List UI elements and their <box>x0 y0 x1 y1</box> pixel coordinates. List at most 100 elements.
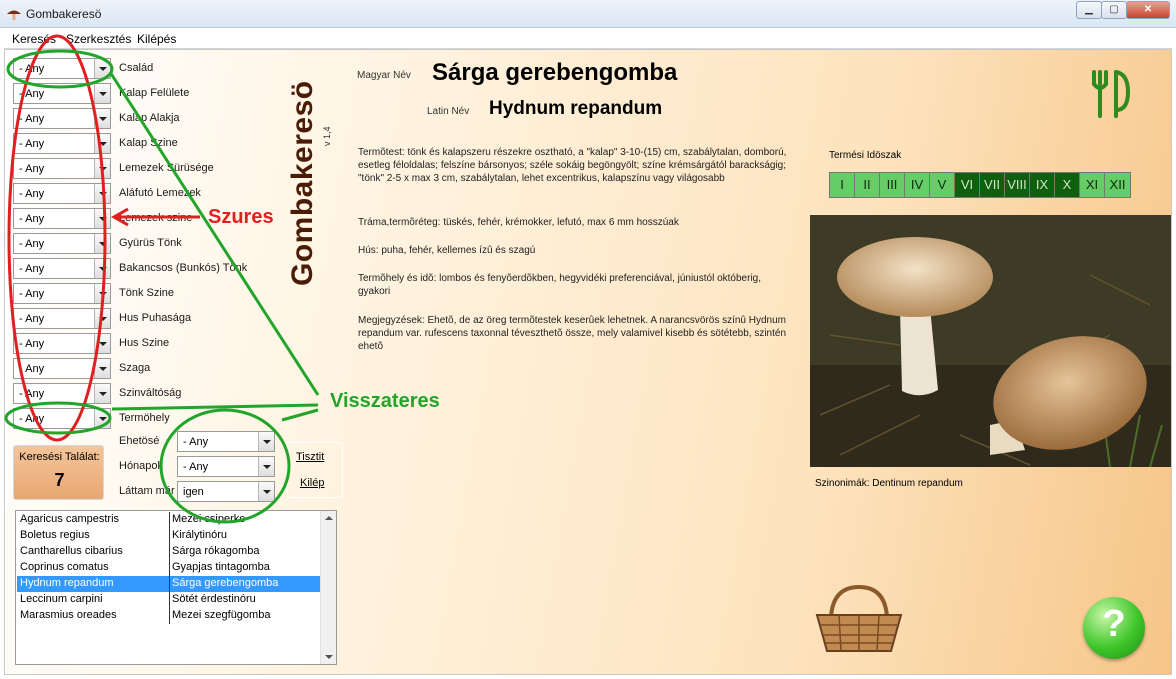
filter-select[interactable]: - Any <box>13 208 111 229</box>
filter-label: Lemezek szine <box>119 212 193 224</box>
month-cell: III <box>880 173 905 197</box>
filter-label: Tönk Szine <box>119 287 175 299</box>
chevron-down-icon[interactable] <box>94 384 110 403</box>
filter-select-value: - Any <box>19 313 45 325</box>
filter-select[interactable]: - Any <box>13 333 111 354</box>
filter-select-value: - Any <box>19 263 45 275</box>
chevron-down-icon[interactable] <box>258 457 274 476</box>
latin-name-cell: Marasmius oreades <box>20 609 117 621</box>
chevron-down-icon[interactable] <box>94 334 110 353</box>
chevron-down-icon[interactable] <box>94 259 110 278</box>
results-list[interactable]: Agaricus campestris Mezei csiperke Boletus… <box>15 510 337 665</box>
filter-select-value: - Any <box>19 338 45 350</box>
latin-name-cell: Coprinus comatus <box>20 561 109 573</box>
filter-select[interactable]: - Any <box>13 408 111 429</box>
month-cell: VIII <box>1005 173 1030 197</box>
chevron-down-icon[interactable] <box>94 134 110 153</box>
hungarian-name-cell: Mezei szegfügomba <box>172 609 271 621</box>
filter-select[interactable]: - Any <box>13 358 111 379</box>
close-button[interactable]: ✕ <box>1126 1 1170 19</box>
filter-select[interactable]: - Any <box>13 383 111 404</box>
hit-count-value: 7 <box>54 470 65 490</box>
basket-icon[interactable] <box>813 585 905 655</box>
filter-label: Gyürüs Tönk <box>119 237 182 249</box>
month-cell: X <box>1055 173 1080 197</box>
description-trama: Tráma,termõréteg: tüskés, fehér, krémokk… <box>358 217 679 228</box>
clear-button[interactable]: Tisztit <box>296 451 324 463</box>
latin-name-label: Latin Név <box>427 106 470 117</box>
extra-filter-select[interactable]: - Any <box>177 456 275 477</box>
hungarian-name-cell: Sötét érdestinóru <box>172 593 256 605</box>
month-cell: V <box>930 173 955 197</box>
month-cell: II <box>855 173 880 197</box>
month-cell: I <box>830 173 855 197</box>
chevron-down-icon[interactable] <box>258 482 274 501</box>
extra-filter-value: - Any <box>183 436 209 448</box>
filter-select[interactable]: - Any <box>13 83 111 104</box>
chevron-down-icon[interactable] <box>94 159 110 178</box>
chevron-down-icon[interactable] <box>94 234 110 253</box>
scroll-up-icon[interactable] <box>325 516 333 520</box>
filter-select[interactable]: - Any <box>13 108 111 129</box>
extra-filter-select[interactable]: - Any <box>177 431 275 452</box>
menu-search[interactable]: Keresés <box>12 32 56 46</box>
chevron-down-icon[interactable] <box>94 184 110 203</box>
chevron-down-icon[interactable] <box>94 84 110 103</box>
edible-icon <box>1092 70 1131 118</box>
filter-select-value: - Any <box>19 138 45 150</box>
hungarian-name-cell: Sárga gerebengomba <box>172 577 279 589</box>
description-notes: Megjegyzések: Ehetõ, de az öreg termõtes… <box>358 315 787 352</box>
exit-button[interactable]: Kilép <box>300 477 324 489</box>
filter-select[interactable]: - Any <box>13 133 111 154</box>
filter-label: Bakancsos (Bunkós) Tönk <box>119 262 248 274</box>
chevron-down-icon[interactable] <box>94 59 110 78</box>
filter-select-value: - Any <box>19 413 45 425</box>
latin-name-cell: Cantharellus cibarius <box>20 545 123 557</box>
chevron-down-icon[interactable] <box>94 309 110 328</box>
month-cell: VI <box>955 173 980 197</box>
filter-select-value: - Any <box>19 88 45 100</box>
filter-select[interactable]: - Any <box>13 158 111 179</box>
latin-name-cell: Boletus regius <box>20 529 90 541</box>
hungarian-name-cell: Gyapjas tintagomba <box>172 561 270 573</box>
chevron-down-icon[interactable] <box>258 432 274 451</box>
extra-filter-label: Láttam már <box>119 485 175 497</box>
chevron-down-icon[interactable] <box>94 109 110 128</box>
filter-select-value: - Any <box>19 188 45 200</box>
season-months: I II III IV V VI VII VIII IX X XI XII <box>829 172 1131 198</box>
filter-select-value: - Any <box>19 63 45 75</box>
maximize-button[interactable]: ▢ <box>1101 1 1127 19</box>
minimize-button[interactable]: ▁ <box>1076 1 1102 19</box>
description-flesh: Hús: puha, fehér, kellemes ízû és szagú <box>358 245 536 256</box>
window-title: Gombakeresö <box>26 7 102 21</box>
filter-select[interactable]: - Any <box>13 308 111 329</box>
annotation-szures: Szures <box>208 206 274 228</box>
filter-select[interactable]: - Any <box>13 258 111 279</box>
extra-filter-select[interactable]: igen <box>177 481 275 502</box>
latin-name: Hydnum repandum <box>489 98 663 119</box>
extra-filter-label: Hónapok <box>119 460 164 472</box>
description-body: Termõtest: tönk és kalapszeru részekre o… <box>358 147 787 184</box>
menu-exit[interactable]: Kilépés <box>137 32 176 46</box>
filter-select[interactable]: - Any <box>13 233 111 254</box>
filter-label: Szaga <box>119 362 151 374</box>
extra-filter-label: Ehetösé <box>119 435 160 447</box>
scroll-down-icon[interactable] <box>325 655 333 659</box>
chevron-down-icon[interactable] <box>94 409 110 428</box>
filter-label: Kalap Szine <box>119 137 178 149</box>
chevron-down-icon[interactable] <box>94 209 110 228</box>
menu-edit[interactable]: Szerkesztés <box>66 32 131 46</box>
hungarian-name: Sárga gerebengomba <box>432 59 678 86</box>
filter-select[interactable]: - Any <box>13 183 111 204</box>
help-question-icon: ? <box>1102 603 1126 645</box>
chevron-down-icon[interactable] <box>94 284 110 303</box>
synonyms: Szinonimák: Dentinum repandum <box>815 478 963 489</box>
column-separator <box>169 512 170 624</box>
main-panel: - Any Család - Any Kalap Felülete - Any Kalap… <box>4 49 1172 675</box>
filter-select-value: - Any <box>19 363 45 375</box>
filter-select[interactable]: - Any <box>13 58 111 79</box>
results-scrollbar[interactable] <box>320 511 336 664</box>
filter-select[interactable]: - Any <box>13 283 111 304</box>
help-button[interactable]: ? <box>1083 597 1145 659</box>
chevron-down-icon[interactable] <box>94 359 110 378</box>
